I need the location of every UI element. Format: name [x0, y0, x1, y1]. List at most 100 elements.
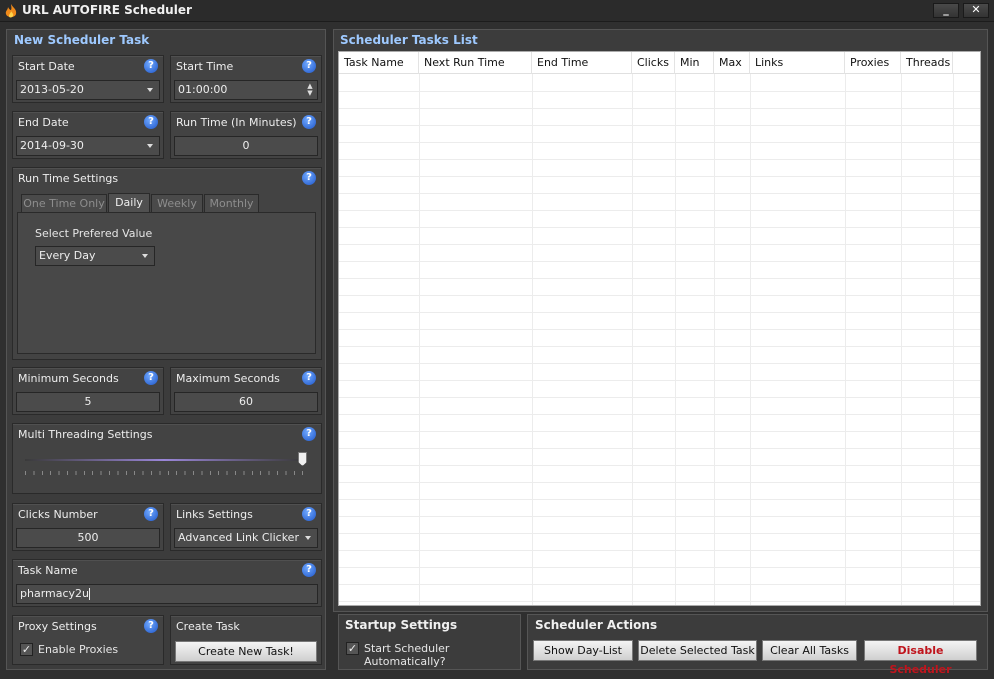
create-new-task-button[interactable]: Create New Task! — [175, 641, 317, 662]
grid-row-line — [339, 448, 980, 449]
delete-selected-task-button[interactable]: Delete Selected Task — [638, 640, 757, 661]
column-min[interactable]: Min — [675, 52, 714, 74]
scheduler-actions-panel: Scheduler Actions Show Day-List Delete S… — [527, 614, 988, 676]
help-icon[interactable]: ? — [302, 427, 316, 441]
grid-column-line — [845, 74, 846, 605]
grid-row-line — [339, 312, 980, 313]
help-icon[interactable]: ? — [144, 619, 158, 633]
grid-column-line — [532, 74, 533, 605]
disable-scheduler-button[interactable]: Disable Scheduler — [864, 640, 977, 676]
max-seconds-input[interactable]: 60 — [174, 392, 318, 412]
help-icon[interactable]: ? — [302, 115, 316, 129]
start-automatically-label: Start Scheduler Automatically? — [364, 642, 450, 668]
grid-row-line — [339, 176, 980, 177]
help-icon[interactable]: ? — [302, 507, 316, 521]
grid-row-line — [339, 431, 980, 432]
grid-row-line — [339, 193, 980, 194]
grid-row-line — [339, 244, 980, 245]
title-bar: URL AUTOFIRE Scheduler _ ✕ — [0, 0, 994, 22]
start-date-picker[interactable]: 2013-05-20 — [16, 80, 160, 100]
column-proxies[interactable]: Proxies — [845, 52, 901, 74]
threading-label: Multi Threading Settings — [18, 428, 153, 441]
start-date-label: Start Date — [18, 60, 75, 73]
help-icon[interactable]: ? — [144, 115, 158, 129]
run-settings-label: Run Time Settings — [18, 172, 119, 185]
close-button[interactable]: ✕ — [963, 3, 989, 18]
grid-row-line — [339, 91, 980, 92]
grid-column-line — [675, 74, 676, 605]
tab-daily[interactable]: Daily — [108, 193, 150, 213]
links-select[interactable]: Advanced Link Clicker — [174, 528, 318, 548]
grid-row-line — [339, 227, 980, 228]
end-date-group: End Date ? 2014-09-30 — [12, 111, 164, 159]
start-time-group: Start Time ? 01:00:00 ▲ ▼ — [170, 55, 322, 103]
grid-column-line — [953, 74, 954, 605]
grid-column-line — [632, 74, 633, 605]
column-task-name[interactable]: Task Name — [339, 52, 419, 74]
grid-column-line — [750, 74, 751, 605]
start-time-value: 01:00:00 — [178, 83, 228, 96]
clicks-input[interactable]: 500 — [16, 528, 160, 548]
grid-row-line — [339, 414, 980, 415]
tab-weekly[interactable]: Weekly — [151, 194, 203, 213]
threading-slider-thumb[interactable] — [298, 452, 307, 466]
tab-one-time-only[interactable]: One Time Only — [21, 194, 107, 213]
start-date-value: 2013-05-20 — [20, 83, 84, 96]
task-name-value: pharmacy2u — [20, 587, 90, 600]
tab-monthly[interactable]: Monthly — [204, 194, 259, 213]
end-date-label: End Date — [18, 116, 69, 129]
grid-row-line — [339, 550, 980, 551]
clicks-label: Clicks Number — [18, 508, 98, 521]
help-icon[interactable]: ? — [144, 59, 158, 73]
run-time-input[interactable]: 0 — [174, 136, 318, 156]
end-date-picker[interactable]: 2014-09-30 — [16, 136, 160, 156]
threading-slider-track[interactable] — [25, 459, 303, 461]
chevron-down-icon[interactable] — [305, 536, 311, 540]
grid-row-line — [339, 584, 980, 585]
column-max[interactable]: Max — [714, 52, 750, 74]
links-group: Links Settings ? Advanced Link Clicker — [170, 503, 322, 551]
column-threads[interactable]: Threads — [901, 52, 953, 74]
column-links[interactable]: Links — [750, 52, 845, 74]
min-seconds-group: Minimum Seconds ? 5 — [12, 367, 164, 415]
start-time-input[interactable]: 01:00:00 ▲ ▼ — [174, 80, 318, 100]
new-task-title: New Scheduler Task — [14, 33, 150, 47]
help-icon[interactable]: ? — [144, 371, 158, 385]
help-icon[interactable]: ? — [302, 563, 316, 577]
flame-icon — [5, 4, 17, 18]
show-day-list-button[interactable]: Show Day-List — [533, 640, 633, 661]
text-cursor — [89, 588, 91, 600]
column-end-time[interactable]: End Time — [532, 52, 632, 74]
grid-column-line — [901, 74, 902, 605]
enable-proxies-checkbox[interactable]: ✓ — [20, 643, 33, 656]
start-automatically-checkbox[interactable]: ✓ — [346, 642, 359, 655]
grid-row-line — [339, 499, 980, 500]
help-icon[interactable]: ? — [302, 371, 316, 385]
max-seconds-group: Maximum Seconds ? 60 — [170, 367, 322, 415]
tasks-table[interactable]: Task Name Next Run Time End Time Clicks … — [338, 51, 981, 606]
grid-column-line — [419, 74, 420, 605]
clear-all-tasks-button[interactable]: Clear All Tasks — [762, 640, 857, 661]
run-settings-group: Run Time Settings ? One Time Only Daily … — [12, 167, 322, 360]
column-next-run-time[interactable]: Next Run Time — [419, 52, 532, 74]
column-clicks[interactable]: Clicks — [632, 52, 675, 74]
start-time-label: Start Time — [176, 60, 234, 73]
minimize-button[interactable]: _ — [933, 3, 959, 18]
grid-row-line — [339, 108, 980, 109]
task-name-input[interactable]: pharmacy2u — [16, 584, 318, 604]
start-date-group: Start Date ? 2013-05-20 — [12, 55, 164, 103]
end-date-value: 2014-09-30 — [20, 139, 84, 152]
help-icon[interactable]: ? — [302, 59, 316, 73]
grid-row-line — [339, 159, 980, 160]
prefered-value-select[interactable]: Every Day — [35, 246, 155, 266]
chevron-down-icon[interactable] — [147, 144, 153, 148]
chevron-down-icon[interactable] — [142, 254, 148, 258]
min-seconds-input[interactable]: 5 — [16, 392, 160, 412]
prefered-value: Every Day — [39, 249, 96, 262]
chevron-down-icon[interactable] — [147, 88, 153, 92]
spinner-arrows-icon[interactable]: ▲ ▼ — [306, 83, 314, 97]
grid-row-line — [339, 210, 980, 211]
help-icon[interactable]: ? — [302, 171, 316, 185]
help-icon[interactable]: ? — [144, 507, 158, 521]
grid-row-line — [339, 516, 980, 517]
